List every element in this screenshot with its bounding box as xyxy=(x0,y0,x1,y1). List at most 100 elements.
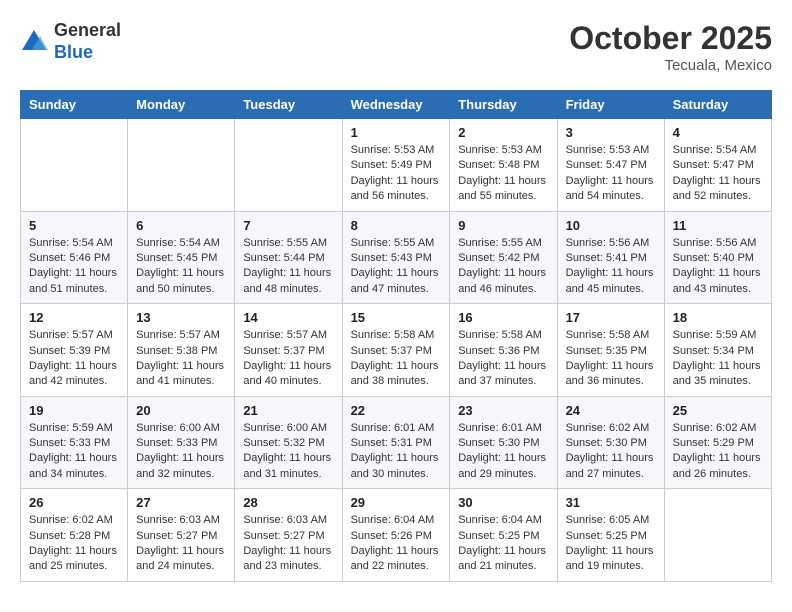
day-number: 30 xyxy=(458,495,548,510)
weekday-header: Tuesday xyxy=(235,91,342,119)
day-info: Sunrise: 5:56 AM Sunset: 5:40 PM Dayligh… xyxy=(673,236,763,298)
day-info: Sunrise: 6:01 AM Sunset: 5:31 PM Dayligh… xyxy=(351,421,442,483)
day-info: Sunrise: 5:53 AM Sunset: 5:49 PM Dayligh… xyxy=(351,143,442,205)
day-number: 23 xyxy=(458,403,548,418)
calendar-cell: 7Sunrise: 5:55 AM Sunset: 5:44 PM Daylig… xyxy=(235,211,342,304)
calendar-cell: 21 Sunrise: 6:00 AM Sunset: 5:32 PM Dayli… xyxy=(235,396,342,489)
day-info: Sunrise: 6:03 AM Sunset: 5:27 PM Dayligh… xyxy=(243,513,333,575)
day-info: Sunrise: 6:00 AM Sunset: 5:33 PM Dayligh… xyxy=(136,421,226,483)
day-number: 19 xyxy=(29,403,119,418)
weekday-header: Thursday xyxy=(450,91,557,119)
calendar-week-row: 5 Sunrise: 5:54 AM Sunset: 5:46 PM Daylig… xyxy=(21,211,772,304)
calendar-cell xyxy=(21,119,128,212)
day-number: 10 xyxy=(566,218,656,233)
day-info: Sunrise: 5:58 AM Sunset: 5:36 PM Dayligh… xyxy=(458,328,548,390)
weekday-header: Sunday xyxy=(21,91,128,119)
day-info: Sunrise: 5:55 AM Sunset: 5:44 PM Dayligh… xyxy=(243,236,333,298)
title-block: October 2025 Tecuala, Mexico xyxy=(569,20,772,74)
page-header: General Blue October 2025 Tecuala, Mexic… xyxy=(20,20,772,74)
day-number: 4 xyxy=(673,125,763,140)
calendar-cell: 2Sunrise: 5:53 AM Sunset: 5:48 PM Daylig… xyxy=(450,119,557,212)
calendar-week-row: 1 Sunrise: 5:53 AM Sunset: 5:49 PM Daylig… xyxy=(21,119,772,212)
day-info: Sunrise: 5:53 AM Sunset: 5:47 PM Dayligh… xyxy=(566,143,656,205)
calendar-cell: 1 Sunrise: 5:53 AM Sunset: 5:49 PM Daylig… xyxy=(342,119,450,212)
day-info: Sunrise: 5:55 AM Sunset: 5:42 PM Dayligh… xyxy=(458,236,548,298)
calendar-cell: 19 Sunrise: 5:59 AM Sunset: 5:33 PM Dayli… xyxy=(21,396,128,489)
calendar-cell: 24Sunrise: 6:02 AM Sunset: 5:30 PM Dayli… xyxy=(557,396,664,489)
calendar-cell xyxy=(128,119,235,212)
day-info: Sunrise: 6:02 AM Sunset: 5:28 PM Dayligh… xyxy=(29,513,119,575)
calendar-cell: 11 Sunrise: 5:56 AM Sunset: 5:40 PM Dayli… xyxy=(664,211,771,304)
day-number: 6 xyxy=(136,218,226,233)
weekday-header: Wednesday xyxy=(342,91,450,119)
day-number: 13 xyxy=(136,310,226,325)
logo-icon xyxy=(20,28,48,56)
day-info: Sunrise: 5:57 AM Sunset: 5:38 PM Dayligh… xyxy=(136,328,226,390)
day-info: Sunrise: 6:04 AM Sunset: 5:26 PM Dayligh… xyxy=(351,513,442,575)
calendar-cell: 4Sunrise: 5:54 AM Sunset: 5:47 PM Daylig… xyxy=(664,119,771,212)
day-number: 14 xyxy=(243,310,333,325)
calendar-cell: 28 Sunrise: 6:03 AM Sunset: 5:27 PM Dayli… xyxy=(235,489,342,582)
logo: General Blue xyxy=(20,20,121,63)
logo-blue: Blue xyxy=(54,42,93,62)
day-info: Sunrise: 5:58 AM Sunset: 5:35 PM Dayligh… xyxy=(566,328,656,390)
calendar-cell: 10 Sunrise: 5:56 AM Sunset: 5:41 PM Dayli… xyxy=(557,211,664,304)
day-info: Sunrise: 6:02 AM Sunset: 5:30 PM Dayligh… xyxy=(566,421,656,483)
calendar-cell: 25 Sunrise: 6:02 AM Sunset: 5:29 PM Dayli… xyxy=(664,396,771,489)
day-number: 29 xyxy=(351,495,442,510)
day-info: Sunrise: 6:02 AM Sunset: 5:29 PM Dayligh… xyxy=(673,421,763,483)
calendar: SundayMondayTuesdayWednesdayThursdayFrid… xyxy=(20,90,772,582)
day-info: Sunrise: 6:04 AM Sunset: 5:25 PM Dayligh… xyxy=(458,513,548,575)
day-number: 3 xyxy=(566,125,656,140)
day-number: 12 xyxy=(29,310,119,325)
day-number: 21 xyxy=(243,403,333,418)
calendar-cell: 30 Sunrise: 6:04 AM Sunset: 5:25 PM Dayli… xyxy=(450,489,557,582)
day-number: 27 xyxy=(136,495,226,510)
calendar-cell: 23 Sunrise: 6:01 AM Sunset: 5:30 PM Dayli… xyxy=(450,396,557,489)
location: Tecuala, Mexico xyxy=(569,57,772,74)
weekday-header: Saturday xyxy=(664,91,771,119)
calendar-cell xyxy=(664,489,771,582)
day-info: Sunrise: 6:01 AM Sunset: 5:30 PM Dayligh… xyxy=(458,421,548,483)
day-number: 5 xyxy=(29,218,119,233)
calendar-cell: 26Sunrise: 6:02 AM Sunset: 5:28 PM Dayli… xyxy=(21,489,128,582)
day-info: Sunrise: 5:59 AM Sunset: 5:33 PM Dayligh… xyxy=(29,421,119,483)
calendar-cell: 12Sunrise: 5:57 AM Sunset: 5:39 PM Dayli… xyxy=(21,304,128,397)
calendar-cell: 27Sunrise: 6:03 AM Sunset: 5:27 PM Dayli… xyxy=(128,489,235,582)
calendar-week-row: 12Sunrise: 5:57 AM Sunset: 5:39 PM Dayli… xyxy=(21,304,772,397)
calendar-cell: 14 Sunrise: 5:57 AM Sunset: 5:37 PM Dayli… xyxy=(235,304,342,397)
calendar-cell: 8Sunrise: 5:55 AM Sunset: 5:43 PM Daylig… xyxy=(342,211,450,304)
calendar-cell: 20 Sunrise: 6:00 AM Sunset: 5:33 PM Dayli… xyxy=(128,396,235,489)
day-number: 25 xyxy=(673,403,763,418)
day-info: Sunrise: 5:58 AM Sunset: 5:37 PM Dayligh… xyxy=(351,328,442,390)
calendar-cell: 13 Sunrise: 5:57 AM Sunset: 5:38 PM Dayli… xyxy=(128,304,235,397)
day-number: 17 xyxy=(566,310,656,325)
day-number: 15 xyxy=(351,310,442,325)
calendar-cell: 18Sunrise: 5:59 AM Sunset: 5:34 PM Dayli… xyxy=(664,304,771,397)
calendar-cell: 22Sunrise: 6:01 AM Sunset: 5:31 PM Dayli… xyxy=(342,396,450,489)
day-info: Sunrise: 5:54 AM Sunset: 5:45 PM Dayligh… xyxy=(136,236,226,298)
logo-general: General xyxy=(54,20,121,40)
day-info: Sunrise: 6:05 AM Sunset: 5:25 PM Dayligh… xyxy=(566,513,656,575)
day-info: Sunrise: 5:53 AM Sunset: 5:48 PM Dayligh… xyxy=(458,143,548,205)
day-number: 31 xyxy=(566,495,656,510)
weekday-header: Monday xyxy=(128,91,235,119)
logo-text: General Blue xyxy=(54,20,121,63)
day-info: Sunrise: 5:54 AM Sunset: 5:46 PM Dayligh… xyxy=(29,236,119,298)
calendar-cell: 6 Sunrise: 5:54 AM Sunset: 5:45 PM Daylig… xyxy=(128,211,235,304)
day-number: 1 xyxy=(351,125,442,140)
calendar-cell: 5 Sunrise: 5:54 AM Sunset: 5:46 PM Daylig… xyxy=(21,211,128,304)
day-info: Sunrise: 5:55 AM Sunset: 5:43 PM Dayligh… xyxy=(351,236,442,298)
weekday-header-row: SundayMondayTuesdayWednesdayThursdayFrid… xyxy=(21,91,772,119)
day-info: Sunrise: 5:57 AM Sunset: 5:37 PM Dayligh… xyxy=(243,328,333,390)
calendar-cell: 16Sunrise: 5:58 AM Sunset: 5:36 PM Dayli… xyxy=(450,304,557,397)
day-number: 9 xyxy=(458,218,548,233)
day-number: 11 xyxy=(673,218,763,233)
day-number: 20 xyxy=(136,403,226,418)
calendar-week-row: 19 Sunrise: 5:59 AM Sunset: 5:33 PM Dayli… xyxy=(21,396,772,489)
day-info: Sunrise: 6:00 AM Sunset: 5:32 PM Dayligh… xyxy=(243,421,333,483)
day-number: 28 xyxy=(243,495,333,510)
calendar-cell: 9 Sunrise: 5:55 AM Sunset: 5:42 PM Daylig… xyxy=(450,211,557,304)
day-info: Sunrise: 5:56 AM Sunset: 5:41 PM Dayligh… xyxy=(566,236,656,298)
month-title: October 2025 xyxy=(569,20,772,57)
